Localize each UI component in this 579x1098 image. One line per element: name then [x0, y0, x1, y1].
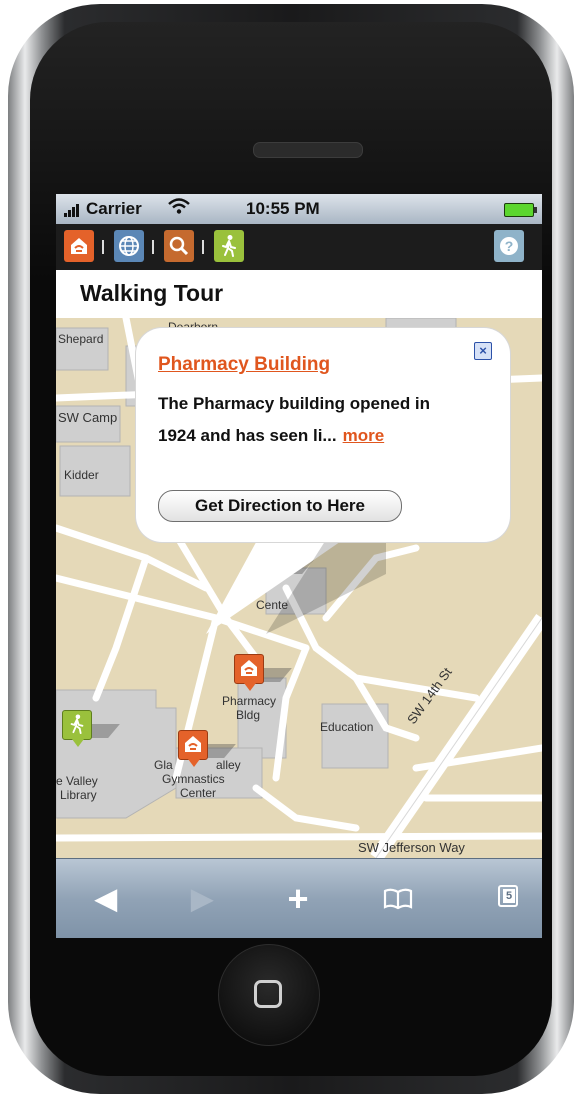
wifi-icon	[168, 197, 190, 220]
map-label-jefferson: SW Jefferson Way	[358, 840, 465, 855]
status-bar: Carrier 10:55 PM	[56, 194, 542, 224]
back-arrow-icon[interactable]: ◀	[86, 881, 126, 917]
help-icon[interactable]: ?	[494, 230, 524, 262]
toolbar-separator	[102, 240, 104, 254]
map-marker-walking[interactable]	[62, 710, 120, 747]
map-label-valley: alley	[216, 758, 241, 772]
toolbar-separator	[152, 240, 154, 254]
signal-bars-icon	[64, 203, 84, 217]
map-label-library-2: Library	[60, 788, 97, 802]
close-icon[interactable]: ×	[474, 342, 492, 360]
search-icon[interactable]	[164, 230, 194, 262]
popup-body-text: The Pharmacy building opened in 1924 and…	[158, 394, 431, 445]
map-label-library-1: e Valley	[56, 774, 98, 788]
bookmarks-icon[interactable]	[378, 881, 418, 917]
map-label-gymnastics: Gymnastics	[162, 772, 225, 786]
map-label-pharmacy-bldg: Bldg	[236, 708, 261, 722]
earpiece-speaker	[253, 142, 363, 158]
popup-tail	[206, 524, 386, 634]
carrier-name: Carrier	[86, 199, 142, 218]
building-icon[interactable]	[64, 230, 94, 262]
map-label-shepard: Shepard	[58, 332, 104, 346]
battery-icon	[504, 203, 537, 217]
walking-person-icon[interactable]	[214, 230, 244, 262]
get-direction-button[interactable]: Get Direction to Here	[158, 490, 402, 522]
map-label-sw-camp: SW Camp	[58, 410, 118, 425]
svg-text:?: ?	[505, 238, 514, 254]
map-view[interactable]: Shepard Dearborn SW Camp Kidder We Cente…	[56, 318, 542, 858]
map-label-education: Education	[320, 720, 374, 734]
top-toolbar: ?	[56, 224, 542, 270]
globe-icon[interactable]	[114, 230, 144, 262]
page-title: Walking Tour	[80, 280, 224, 306]
add-bookmark-icon[interactable]: +	[278, 881, 318, 917]
map-label-gladys: Gla	[154, 758, 173, 772]
forward-arrow-icon[interactable]: ▶	[182, 881, 222, 917]
screen: Carrier 10:55 PM ? Walking Tour Shepard …	[56, 194, 542, 938]
tab-count: 5	[503, 889, 515, 903]
map-label-center: Center	[180, 786, 217, 800]
tabs-icon[interactable]: 5	[498, 885, 518, 907]
popup-title-link[interactable]: Pharmacy Building	[158, 354, 330, 376]
home-square-icon	[254, 980, 282, 1008]
map-label-kidder: Kidder	[64, 468, 99, 482]
home-button[interactable]	[218, 944, 320, 1046]
map-marker-gymnastics[interactable]	[178, 730, 236, 767]
page-header: Walking Tour	[56, 270, 542, 318]
more-link[interactable]: more	[343, 426, 385, 445]
map-label-pharmacy: Pharmacy	[222, 694, 277, 708]
toolbar-separator	[202, 240, 204, 254]
clock: 10:55 PM	[246, 199, 320, 218]
popup-description: The Pharmacy building opened in 1924 and…	[158, 388, 458, 452]
map-marker-pharmacy[interactable]	[234, 654, 292, 691]
info-popup: Pharmacy Building × The Pharmacy buildin…	[136, 328, 510, 542]
browser-bottom-bar: ◀ ▶ + 5	[56, 858, 542, 938]
